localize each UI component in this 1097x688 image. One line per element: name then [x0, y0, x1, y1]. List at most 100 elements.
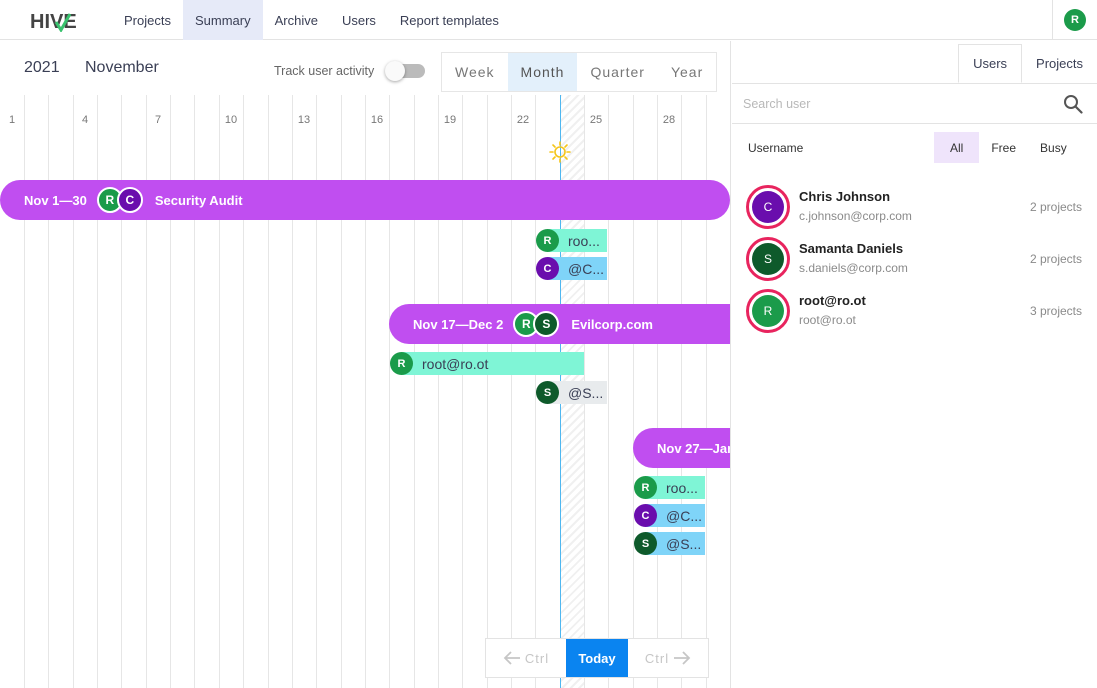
filter-free-button[interactable]: Free — [979, 132, 1028, 163]
nav-users[interactable]: Users — [330, 0, 388, 40]
calendar-month: November — [85, 59, 159, 76]
timeline-navigation: Ctrl Today Ctrl — [485, 638, 709, 678]
day-gridline — [730, 95, 731, 688]
range-year-button[interactable]: Year — [658, 53, 716, 91]
range-selector: Week Month Quarter Year — [441, 52, 718, 92]
assignment-chip[interactable]: S @S... — [536, 381, 607, 404]
assignment-chip[interactable]: S @S... — [634, 532, 705, 555]
user-avatar: R — [752, 295, 784, 327]
previous-button[interactable]: Ctrl — [486, 639, 566, 677]
day-label: 25 — [589, 114, 603, 126]
range-week-button[interactable]: Week — [442, 53, 508, 91]
member-avatar: S — [533, 311, 560, 337]
day-label: 7 — [154, 114, 162, 126]
member-avatar: R — [390, 352, 413, 375]
user-list-item[interactable]: R root@ro.ot root@ro.ot 3 projects — [732, 287, 1097, 333]
nav-report-templates[interactable]: Report templates — [388, 0, 511, 40]
user-name: Chris Johnson — [799, 189, 891, 204]
calendar-grid: 1 4 7 10 13 16 19 22 25 28 Nov 1—30 R C — [0, 95, 731, 688]
project-bar-security-audit[interactable]: Nov 1—30 R C Security Audit — [0, 180, 730, 220]
user-filter: All Free Busy — [934, 132, 1079, 163]
user-email: root@ro.ot — [799, 313, 856, 327]
member-avatar: C — [116, 187, 143, 213]
user-project-count: 2 projects — [1029, 200, 1082, 214]
assignment-label: root@ro.ot — [402, 352, 584, 375]
previous-shortcut-label: Ctrl — [524, 650, 550, 666]
member-avatar: C — [536, 257, 559, 280]
member-avatar: S — [634, 532, 657, 555]
main-nav: Projects Summary Archive Users Report te… — [112, 0, 511, 40]
project-dates: Nov 1—30 — [24, 192, 87, 208]
day-label: 19 — [443, 114, 457, 126]
member-avatar: R — [536, 229, 559, 252]
nav-summary[interactable]: Summary — [182, 0, 263, 40]
project-dates: Nov 17—Dec 2 — [413, 316, 504, 332]
member-avatar: C — [634, 504, 657, 527]
user-search — [732, 84, 1097, 124]
users-panel: Users Projects Username All Free Busy C … — [732, 41, 1097, 688]
search-input[interactable] — [732, 84, 1052, 123]
user-avatar-ring: S — [746, 237, 790, 281]
account-menu[interactable]: R — [1052, 0, 1097, 40]
user-avatar: S — [752, 243, 784, 275]
nav-projects[interactable]: Projects — [112, 0, 183, 40]
arrow-right-icon — [674, 651, 691, 665]
user-name: root@ro.ot — [799, 293, 866, 308]
filter-all-button[interactable]: All — [934, 132, 980, 163]
panel-tabs: Users Projects — [958, 44, 1097, 83]
next-shortcut-label: Ctrl — [644, 650, 670, 666]
track-activity-label: Track user activity — [274, 64, 375, 78]
assignment-chip[interactable]: C @C... — [634, 504, 705, 527]
user-avatar-ring: R — [746, 289, 790, 333]
calendar-header: 2021 November Track user activity Week M… — [0, 41, 730, 95]
user-project-count: 3 projects — [1029, 304, 1082, 318]
day-label: 22 — [516, 114, 530, 126]
project-dates: Nov 27—Jan — [657, 440, 731, 456]
member-avatar: R — [634, 476, 657, 499]
calendar-year: 2021 — [24, 59, 60, 76]
toggle-knob[interactable] — [385, 61, 405, 81]
timeline-calendar: 2021 November Track user activity Week M… — [0, 41, 731, 688]
assignment-chip[interactable]: R roo... — [536, 229, 607, 252]
assignment-chip[interactable]: R roo... — [634, 476, 705, 499]
assignment-chip[interactable]: C @C... — [536, 257, 607, 280]
filter-busy-button[interactable]: Busy — [1028, 132, 1079, 163]
project-name: Security Audit — [154, 192, 243, 208]
day-label: 13 — [297, 114, 311, 126]
today-button[interactable]: Today — [566, 639, 628, 677]
tab-projects[interactable]: Projects — [1022, 44, 1097, 83]
next-button[interactable]: Ctrl — [628, 639, 708, 677]
day-label: 28 — [662, 114, 676, 126]
project-avatars: R C — [96, 187, 143, 213]
top-navigation-bar: HIVE Projects Summary Archive Users Repo… — [0, 0, 1097, 40]
user-avatar[interactable]: R — [1064, 9, 1086, 31]
hive-logo[interactable]: HIVE — [30, 10, 82, 32]
user-email: c.johnson@corp.com — [799, 209, 912, 223]
range-month-button[interactable]: Month — [507, 53, 578, 91]
nav-archive[interactable]: Archive — [263, 0, 330, 40]
project-name: Evilcorp.com — [571, 316, 653, 332]
day-label: 1 — [8, 114, 16, 126]
project-avatars: R S — [513, 311, 560, 337]
sun-icon — [549, 141, 571, 163]
member-avatar: S — [536, 381, 559, 404]
track-activity-toggle[interactable] — [385, 61, 425, 81]
search-icon[interactable] — [1063, 94, 1083, 114]
tab-users[interactable]: Users — [958, 44, 1023, 83]
user-project-count: 2 projects — [1029, 252, 1082, 266]
arrow-left-icon — [503, 651, 520, 665]
project-bar-third[interactable]: Nov 27—Jan — [633, 428, 731, 468]
user-email: s.daniels@corp.com — [799, 261, 908, 275]
username-column-label: Username — [748, 141, 804, 155]
assignment-chip[interactable]: R root@ro.ot — [390, 352, 584, 375]
user-avatar-ring: C — [746, 185, 790, 229]
day-label: 16 — [370, 114, 384, 126]
range-quarter-button[interactable]: Quarter — [577, 53, 657, 91]
user-avatar: C — [752, 191, 784, 223]
project-bar-evilcorp[interactable]: Nov 17—Dec 2 R S Evilcorp.com — [389, 304, 730, 344]
user-list-item[interactable]: C Chris Johnson c.johnson@corp.com 2 pro… — [732, 183, 1097, 229]
day-label: 10 — [224, 114, 238, 126]
user-name: Samanta Daniels — [799, 241, 904, 256]
user-list-item[interactable]: S Samanta Daniels s.daniels@corp.com 2 p… — [732, 235, 1097, 281]
day-label: 4 — [81, 114, 89, 126]
